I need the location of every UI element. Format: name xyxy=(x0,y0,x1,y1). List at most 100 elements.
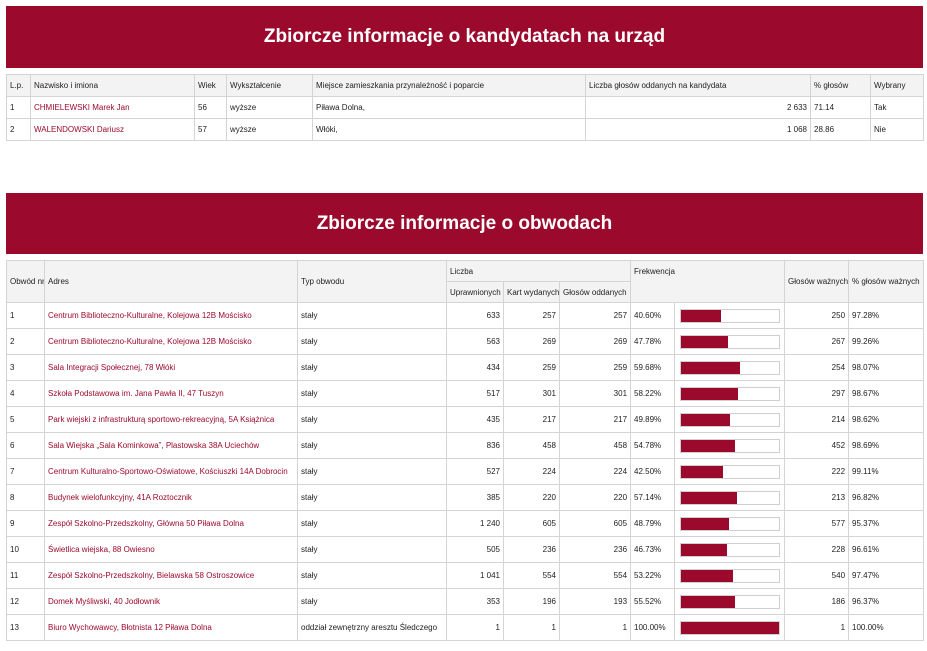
turnout-bar-fill xyxy=(681,413,730,426)
district-valid-pct: 98.62% xyxy=(848,406,925,433)
district-address-link[interactable]: Budynek wielofunkcyjny, 41A Roztocznik xyxy=(44,484,298,511)
district-address-link[interactable]: Świetlica wiejska, 88 Owiesno xyxy=(44,536,298,563)
district-type: stały xyxy=(297,562,447,589)
candidate-elected: Tak xyxy=(870,96,924,119)
district-eligible: 434 xyxy=(446,354,504,381)
turnout-bar xyxy=(680,308,781,323)
district-type: stały xyxy=(297,458,447,485)
turnout-bar xyxy=(680,464,781,479)
district-valid: 222 xyxy=(784,458,850,485)
district-row: 3 Sala Integracji Społecznej, 78 Włóki sta… xyxy=(6,354,925,381)
districts-header-row: Obwód nr Adres Typ obwodu Liczba Frekwen… xyxy=(6,260,925,303)
district-nr: 10 xyxy=(6,536,45,563)
candidate-percent: 28.86 xyxy=(810,118,871,141)
district-address-link[interactable]: Zespół Szkolno-Przedszkolny, Główna 50 P… xyxy=(44,510,298,537)
district-nr: 1 xyxy=(6,302,45,329)
district-turnout: 58.22% xyxy=(630,380,676,407)
district-type: oddział zewnętrzny aresztu Śledczego xyxy=(297,614,447,641)
districts-body: 1 Centrum Biblioteczno-Kulturalne, Kolejo… xyxy=(6,302,925,641)
district-row: 9 Zespół Szkolno-Przedszkolny, Główna 50 … xyxy=(6,510,925,537)
header-valid: Głosów ważnych xyxy=(784,260,850,303)
district-address-link[interactable]: Centrum Biblioteczno-Kulturalne, Kolejow… xyxy=(44,302,298,329)
header-valid-pct: % głosów ważnych xyxy=(848,260,925,303)
candidate-votes: 1 068 xyxy=(585,118,811,141)
district-cast: 605 xyxy=(558,510,632,537)
header-type: Typ obwodu xyxy=(297,260,447,303)
district-turnout: 54.78% xyxy=(630,432,676,459)
district-cast: 259 xyxy=(558,354,632,381)
district-address-link[interactable]: Sala Wiejska „Sala Kominkowa”, Plastowsk… xyxy=(44,432,298,459)
district-valid: 1 xyxy=(784,614,850,641)
district-turnout: 42.50% xyxy=(630,458,676,485)
header-percent: % głosów xyxy=(810,74,871,97)
header-name: Nazwisko i imiona xyxy=(30,74,195,97)
district-address-link[interactable]: Sala Integracji Społecznej, 78 Włóki xyxy=(44,354,298,381)
district-cast: 193 xyxy=(558,588,632,615)
district-address-link[interactable]: Centrum Biblioteczno-Kulturalne, Kolejow… xyxy=(44,328,298,355)
turnout-bar-cell xyxy=(674,354,786,381)
district-turnout: 59.68% xyxy=(630,354,676,381)
candidate-residence: Włóki, xyxy=(312,118,586,141)
turnout-bar-fill xyxy=(681,361,740,374)
district-cards: 236 xyxy=(503,536,560,563)
header-cast: Głosów oddanych xyxy=(558,281,632,303)
turnout-bar xyxy=(680,516,781,531)
district-row: 10 Świetlica wiejska, 88 Owiesno stały 505 2… xyxy=(6,536,925,563)
district-cast: 257 xyxy=(558,302,632,329)
district-valid-pct: 98.07% xyxy=(848,354,925,381)
district-nr: 6 xyxy=(6,432,45,459)
header-residence: Miejsce zamieszkania przynależność i pop… xyxy=(312,74,586,97)
district-cast: 301 xyxy=(558,380,632,407)
turnout-bar-fill xyxy=(681,621,780,634)
district-address-link[interactable]: Zespół Szkolno-Przedszkolny, Bielawska 5… xyxy=(44,562,298,589)
candidate-row: 2 WALENDOWSKI Dariusz 57 wyższe Włóki, 1… xyxy=(6,118,924,141)
district-address-link[interactable]: Szkoła Podstawowa im. Jana Pawła II, 47 … xyxy=(44,380,298,407)
turnout-bar-fill xyxy=(681,491,738,504)
turnout-bar xyxy=(680,542,781,557)
district-cards: 220 xyxy=(503,484,560,511)
district-valid-pct: 96.37% xyxy=(848,588,925,615)
candidate-education: wyższe xyxy=(226,118,313,141)
district-address-link[interactable]: Centrum Kulturalno-Sportowo-Oświatowe, K… xyxy=(44,458,298,485)
district-row: 7 Centrum Kulturalno-Sportowo-Oświatowe, … xyxy=(6,458,925,485)
district-row: 5 Park wiejski z infrastrukturą sportowo-… xyxy=(6,406,925,433)
turnout-bar-fill xyxy=(681,439,735,452)
district-cards: 269 xyxy=(503,328,560,355)
district-cards: 605 xyxy=(503,510,560,537)
district-address-link[interactable]: Biuro Wychowawcy, Błotnista 12 Piława Do… xyxy=(44,614,298,641)
district-type: stały xyxy=(297,328,447,355)
candidate-row: 1 CHMIELEWSKI Marek Jan 56 wyższe Piława… xyxy=(6,96,924,119)
candidate-residence: Piława Dolna, xyxy=(312,96,586,119)
header-cards: Kart wydanych xyxy=(503,281,560,303)
header-elected: Wybrany xyxy=(870,74,924,97)
district-cards: 301 xyxy=(503,380,560,407)
district-type: stały xyxy=(297,588,447,615)
district-cast: 269 xyxy=(558,328,632,355)
district-eligible: 527 xyxy=(446,458,504,485)
district-address-link[interactable]: Park wiejski z infrastrukturą sportowo-r… xyxy=(44,406,298,433)
header-age: Wiek xyxy=(194,74,227,97)
district-eligible: 435 xyxy=(446,406,504,433)
candidate-name-link[interactable]: WALENDOWSKI Dariusz xyxy=(30,118,195,141)
district-turnout: 57.14% xyxy=(630,484,676,511)
district-valid: 577 xyxy=(784,510,850,537)
district-cast: 236 xyxy=(558,536,632,563)
turnout-bar-cell xyxy=(674,484,786,511)
header-votes: Liczba głosów oddanych na kandydata xyxy=(585,74,811,97)
district-valid: 254 xyxy=(784,354,850,381)
candidate-name-link[interactable]: CHMIELEWSKI Marek Jan xyxy=(30,96,195,119)
candidate-age: 56 xyxy=(194,96,227,119)
district-valid: 186 xyxy=(784,588,850,615)
district-valid-pct: 99.11% xyxy=(848,458,925,485)
district-address-link[interactable]: Domek Myśliwski, 40 Jodłownik xyxy=(44,588,298,615)
turnout-bar-fill xyxy=(681,543,727,556)
district-row: 13 Biuro Wychowawcy, Błotnista 12 Piława … xyxy=(6,614,925,641)
district-row: 12 Domek Myśliwski, 40 Jodłownik stały 353 1… xyxy=(6,588,925,615)
district-cards: 554 xyxy=(503,562,560,589)
district-turnout: 49.89% xyxy=(630,406,676,433)
candidate-lp: 1 xyxy=(6,96,31,119)
district-nr: 2 xyxy=(6,328,45,355)
turnout-bar xyxy=(680,334,781,349)
district-nr: 5 xyxy=(6,406,45,433)
district-cast: 458 xyxy=(558,432,632,459)
